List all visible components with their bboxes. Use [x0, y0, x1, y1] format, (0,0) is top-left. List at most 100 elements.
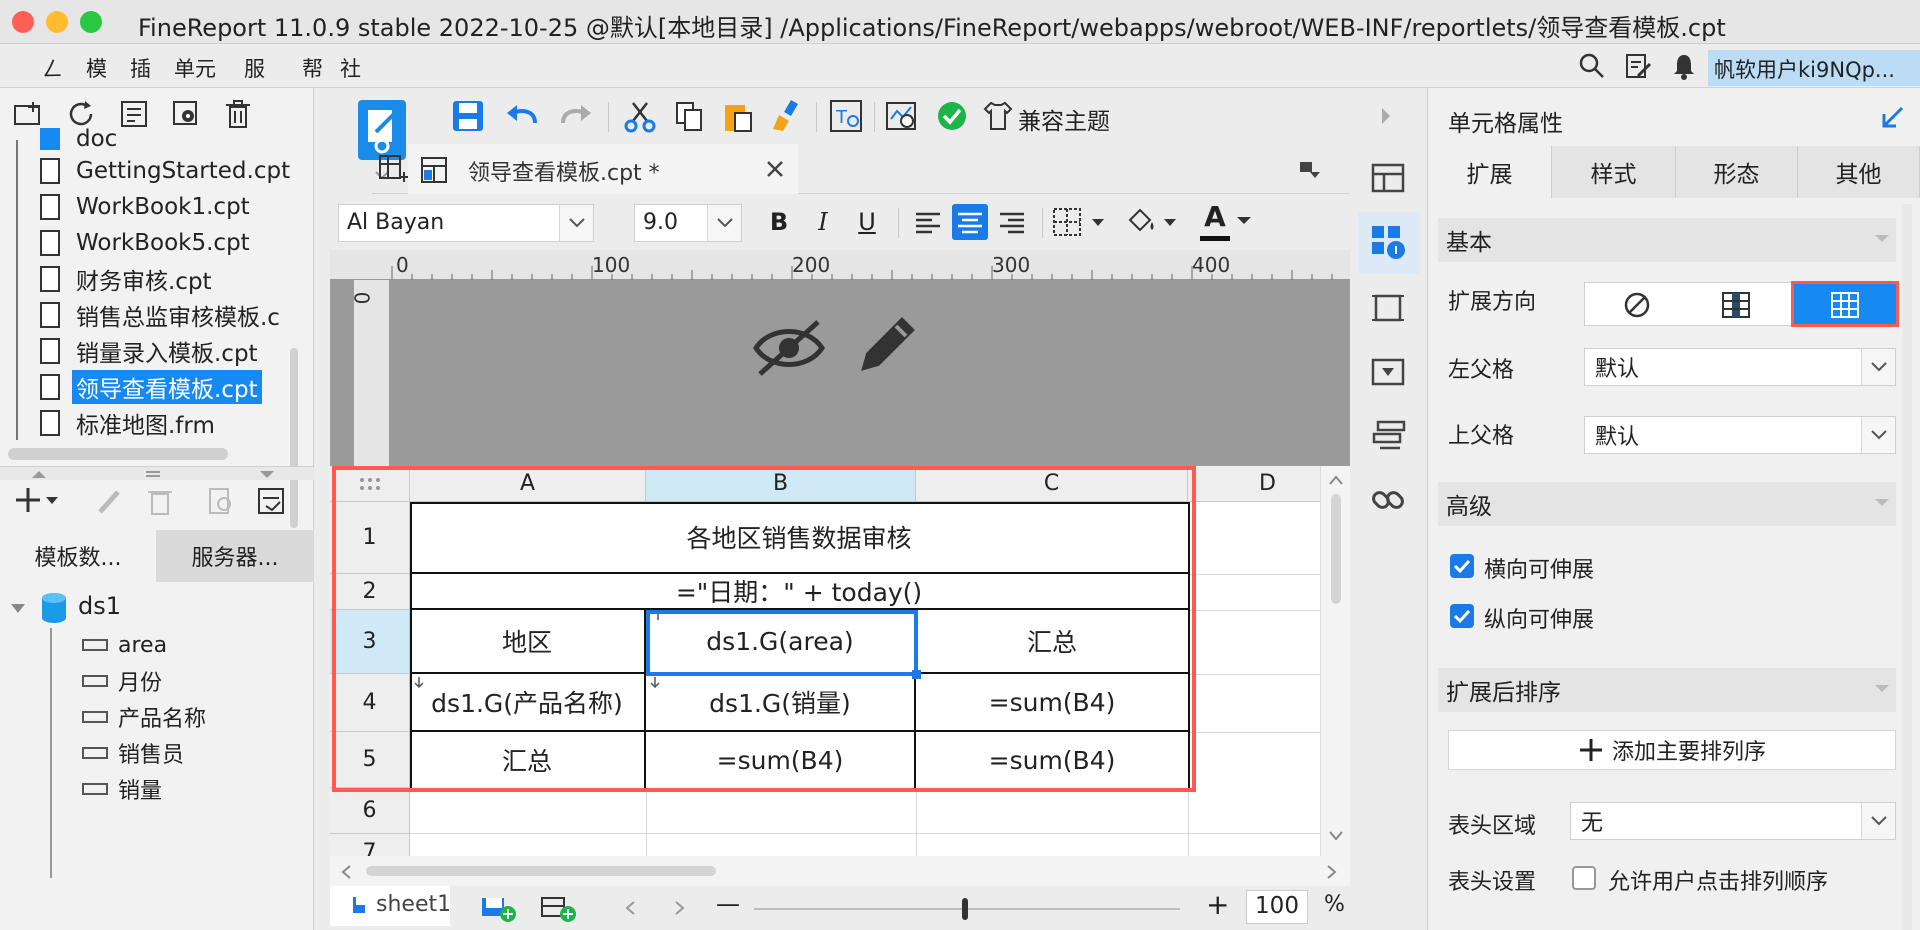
zoom-input[interactable]: 100 — [1246, 890, 1308, 924]
underline-button[interactable]: U — [852, 208, 882, 238]
cell-element-icon[interactable] — [1370, 160, 1406, 196]
expand-right-icon[interactable] — [1380, 106, 1394, 126]
vertical-expand-icon[interactable] — [1721, 291, 1751, 319]
field-row[interactable]: area — [82, 628, 167, 662]
collapse-up-icon[interactable] — [30, 468, 48, 480]
file-row[interactable]: 标准地图.frm — [40, 406, 219, 440]
delete-icon[interactable] — [222, 98, 254, 130]
file-tree-scrollbar[interactable] — [290, 348, 298, 528]
template-info-icon[interactable] — [118, 98, 150, 130]
template-settings-icon[interactable] — [170, 98, 202, 130]
theme-button[interactable]: 兼容主题 — [1018, 102, 1110, 136]
menu-item-community[interactable]: 社 — [340, 53, 361, 83]
edit-dataset-icon[interactable] — [94, 486, 124, 520]
tree-expand-icon[interactable] — [10, 602, 26, 616]
delete-dataset-icon[interactable] — [146, 486, 174, 520]
menu-item-insert[interactable]: 插 — [130, 53, 151, 83]
widget-icon[interactable] — [1370, 354, 1406, 390]
scroll-up-icon[interactable] — [1328, 474, 1344, 486]
horizontal-expand-button-selected[interactable] — [1791, 281, 1899, 327]
row-header-6[interactable]: 6 — [330, 788, 410, 834]
dataset-params-icon[interactable] — [256, 486, 286, 520]
scroll-down-icon[interactable] — [1328, 830, 1344, 842]
field-row[interactable]: 销售员 — [82, 736, 184, 770]
field-row[interactable]: 销量 — [82, 772, 162, 806]
cut-icon[interactable] — [622, 98, 658, 134]
menu-item-server[interactable]: 服 — [244, 53, 265, 83]
grid-row-6[interactable] — [410, 788, 1320, 834]
add-dataset-button[interactable] — [14, 484, 62, 520]
new-template-icon[interactable] — [376, 150, 412, 186]
chevron-down-icon[interactable] — [1861, 349, 1895, 385]
collapse-section-icon[interactable] — [1874, 498, 1890, 508]
hide-parameter-pane-icon[interactable] — [752, 318, 826, 378]
horizontal-scrollbar[interactable] — [330, 856, 1350, 886]
add-report-sheet-icon[interactable] — [480, 894, 524, 922]
tab-server-dataset[interactable]: 服务器... — [156, 530, 314, 582]
tab-style[interactable]: 样式 — [1552, 146, 1676, 198]
add-sort-button[interactable]: 添加主要排列序 — [1448, 730, 1896, 770]
font-family-select[interactable]: Al Bayan — [338, 204, 594, 242]
field-row[interactable]: 月份 — [82, 664, 162, 698]
tab-template-active[interactable]: 领导查看模板.cpt * — [408, 144, 798, 194]
menu-item-template[interactable]: 模 — [86, 53, 107, 83]
allow-sort-checkbox[interactable] — [1572, 866, 1596, 890]
field-row[interactable]: 产品名称 — [82, 700, 206, 734]
user-account-button[interactable]: 帆软用户ki9NQp... — [1708, 50, 1920, 86]
section-basic[interactable]: 基本 — [1438, 218, 1896, 262]
tab-expand[interactable]: 扩展 — [1428, 146, 1552, 198]
dataset-name[interactable]: ds1 — [78, 592, 121, 620]
fill-color-dropdown[interactable] — [1124, 204, 1184, 240]
cell-property-tab-active[interactable] — [1358, 212, 1420, 274]
vertical-scrollbar[interactable] — [1320, 466, 1350, 861]
zoom-in-button[interactable]: + — [1206, 888, 1229, 921]
condition-attribute-icon[interactable] — [1370, 418, 1406, 454]
tab-list-dropdown-icon[interactable] — [1298, 160, 1324, 180]
paste-icon[interactable] — [720, 98, 756, 134]
zoom-slider-thumb[interactable] — [962, 898, 968, 920]
minimize-window-button[interactable] — [46, 11, 68, 33]
new-folder-icon[interactable] — [12, 98, 44, 130]
collapse-down-icon[interactable] — [258, 468, 276, 480]
file-row[interactable]: 销售总监审核模板.c — [40, 298, 284, 332]
font-color-button[interactable]: A — [1200, 200, 1230, 236]
search-icon[interactable] — [1578, 52, 1606, 80]
tab-template-dataset[interactable]: 模板数... — [0, 530, 156, 582]
edit-parameter-pane-icon[interactable] — [856, 312, 920, 376]
v-expand-checkbox[interactable] — [1450, 604, 1474, 628]
close-window-button[interactable] — [12, 11, 34, 33]
file-row[interactable]: WorkBook1.cpt — [40, 190, 254, 224]
file-row-selected[interactable]: 领导查看模板.cpt — [40, 370, 262, 404]
file-row-doc[interactable]: doc — [40, 128, 121, 150]
cell-frame-icon[interactable] — [1370, 290, 1406, 326]
align-left-icon[interactable] — [910, 204, 946, 240]
collapse-section-icon[interactable] — [1874, 684, 1890, 694]
panel-splitter[interactable] — [0, 466, 314, 480]
save-icon[interactable] — [450, 98, 486, 134]
check-circle-icon[interactable] — [934, 98, 970, 134]
formula-icon[interactable]: T — [828, 98, 864, 134]
file-row[interactable]: GettingStarted.cpt — [40, 154, 294, 188]
italic-button[interactable]: I — [808, 208, 838, 238]
preview-dataset-icon[interactable] — [206, 486, 236, 520]
refresh-icon[interactable] — [66, 98, 98, 130]
undo-icon[interactable] — [504, 98, 540, 134]
sheet-tab-sheet1[interactable]: sheet1 — [330, 886, 451, 926]
font-size-select[interactable]: 9.0 — [634, 204, 742, 242]
dock-panel-icon[interactable] — [1880, 104, 1906, 130]
notification-bell-icon[interactable] — [1670, 52, 1698, 80]
section-advanced[interactable]: 高级 — [1438, 482, 1896, 526]
no-expand-icon[interactable] — [1623, 291, 1651, 319]
tab-other[interactable]: 其他 — [1798, 146, 1920, 198]
properties-scrollbar[interactable] — [1902, 204, 1912, 930]
spreadsheet-grid[interactable]: A B C D 1 2 3 4 5 6 7 各地区销售数据审核 ="日期：" +… — [330, 466, 1320, 861]
edit-document-icon[interactable] — [1624, 52, 1652, 80]
chevron-down-icon[interactable] — [707, 205, 741, 241]
scroll-thumb[interactable] — [1331, 494, 1341, 604]
file-row[interactable]: WorkBook5.cpt — [40, 226, 254, 260]
column-header-d[interactable]: D — [1188, 466, 1320, 502]
section-sort[interactable]: 扩展后排序 — [1438, 668, 1896, 712]
scroll-left-icon[interactable] — [340, 864, 352, 880]
align-center-icon[interactable] — [952, 204, 988, 240]
menu-item-help[interactable]: 帮 — [302, 53, 323, 83]
